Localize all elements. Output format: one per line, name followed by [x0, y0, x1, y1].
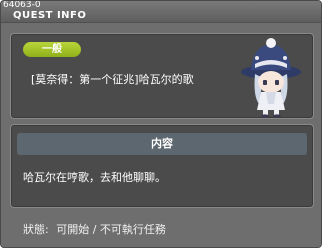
content-header: 内容: [17, 133, 307, 155]
quest-status: 狀態: 可開始 / 不可執行任務: [23, 221, 170, 237]
status-value: 可開始 / 不可執行任務: [56, 223, 166, 236]
quest-name: [莫奈得：第一个征兆]哈瓦尔的歌: [31, 73, 194, 86]
window-title: QUEST INFO: [13, 10, 87, 21]
content-text: 哈瓦尔在哼歌，去和他聊聊。: [23, 171, 166, 184]
quest-summary-panel: 一般 [莫奈得：第一个征兆]哈瓦尔的歌: [10, 33, 314, 119]
quest-type-badge: 一般: [23, 42, 81, 57]
status-label: 狀態:: [23, 223, 49, 236]
quest-info-window: 64063-0 QUEST INFO 一般 [莫奈得：第一个征兆]哈瓦尔的歌 内…: [0, 0, 322, 248]
title-bar[interactable]: 64063-0 QUEST INFO: [1, 0, 321, 23]
npc-sprite-icon: [241, 38, 301, 118]
quest-content-panel: 内容 哈瓦尔在哼歌，去和他聊聊。: [10, 124, 314, 208]
quest-id: 64063-0: [3, 0, 41, 10]
